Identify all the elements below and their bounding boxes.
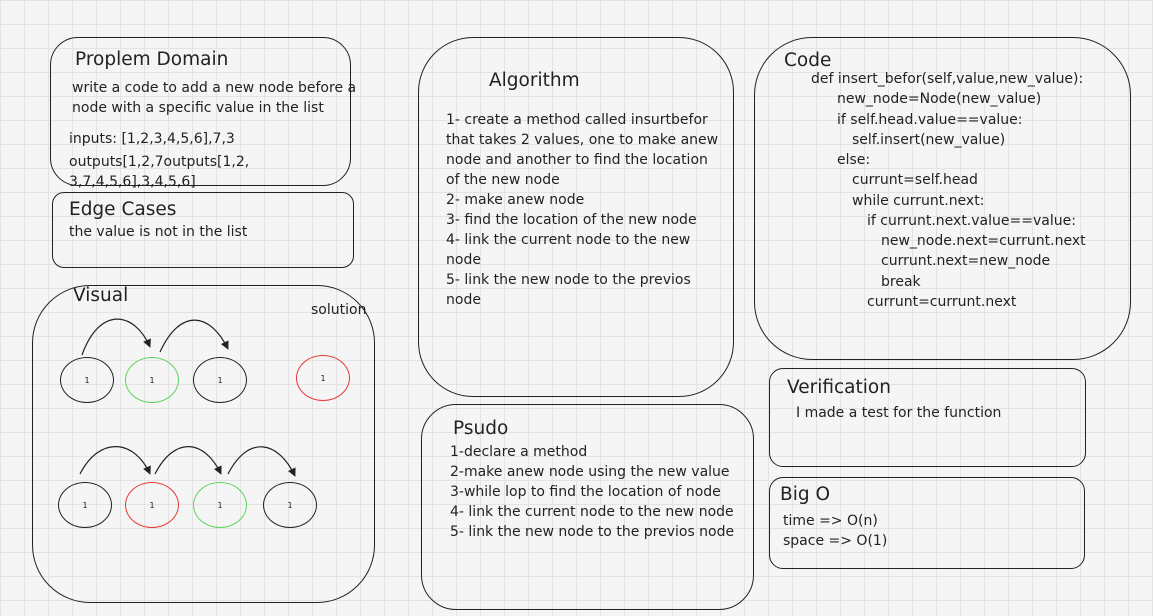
algorithm-line: 4- link the current node to the new [446, 232, 691, 248]
algorithm-line: 1- create a method called insurtbefor [446, 112, 708, 128]
big-o-space: space => O(1) [783, 533, 888, 549]
code-line: break [881, 274, 921, 290]
code-line: new_node.next=currunt.next [881, 233, 1086, 249]
pointer-arrow [154, 446, 222, 475]
code-line: while currunt.next: [852, 193, 985, 209]
algorithm-line: 5- link the new node to the previos [446, 272, 691, 288]
psudo-line: 1-declare a method [450, 444, 588, 460]
algorithm-line: that takes 2 values, one to make anew [446, 132, 719, 148]
psudo-line: 4- link the current node to the new node [450, 504, 734, 520]
big-o-time: time => O(n) [783, 513, 878, 529]
algorithm-line: 3- find the location of the new node [446, 212, 697, 228]
code-line: self.insert(new_value) [852, 132, 1006, 148]
algorithm-line: 2- make anew node [446, 192, 585, 208]
algorithm-steps: 1- create a method called insurtbefor th… [446, 110, 718, 310]
big-o-title: Big O [780, 484, 831, 505]
algorithm-line: node [446, 252, 481, 268]
psudo-steps: 1-declare a method 2-make anew node usin… [450, 442, 734, 542]
algorithm-line: node [446, 292, 481, 308]
pointer-arrow [81, 318, 151, 356]
code-line: new_node=Node(new_value) [837, 91, 1042, 107]
code-line: currunt=self.head [852, 172, 978, 188]
verification-text: I made a test for the function [796, 405, 1002, 421]
algorithm-line: of the new node [446, 172, 560, 188]
algorithm-line: node and another to find the location [446, 152, 708, 168]
verification-title: Verification [787, 377, 891, 398]
psudo-line: 2-make anew node using the new value [450, 464, 730, 480]
code-line: def insert_befor(self,value,new_value): [811, 71, 1084, 87]
code-line: if self.head.value==value: [837, 112, 1023, 128]
code-line: else: [837, 152, 871, 168]
psudo-line: 5- link the new node to the previos node [450, 524, 735, 540]
psudo-title: Psudo [453, 418, 509, 439]
pointer-arrow [159, 319, 229, 353]
code-line: if currunt.next.value==value: [867, 213, 1076, 229]
code-line: currunt.next=new_node [881, 253, 1051, 269]
code-title: Code [784, 50, 832, 71]
psudo-line: 3-while lop to find the location of node [450, 484, 721, 500]
code-line: currunt=currunt.next [867, 294, 1017, 310]
algorithm-title: Algorithm [489, 70, 580, 91]
pointer-arrow [227, 446, 296, 477]
pointer-arrow [79, 446, 151, 475]
